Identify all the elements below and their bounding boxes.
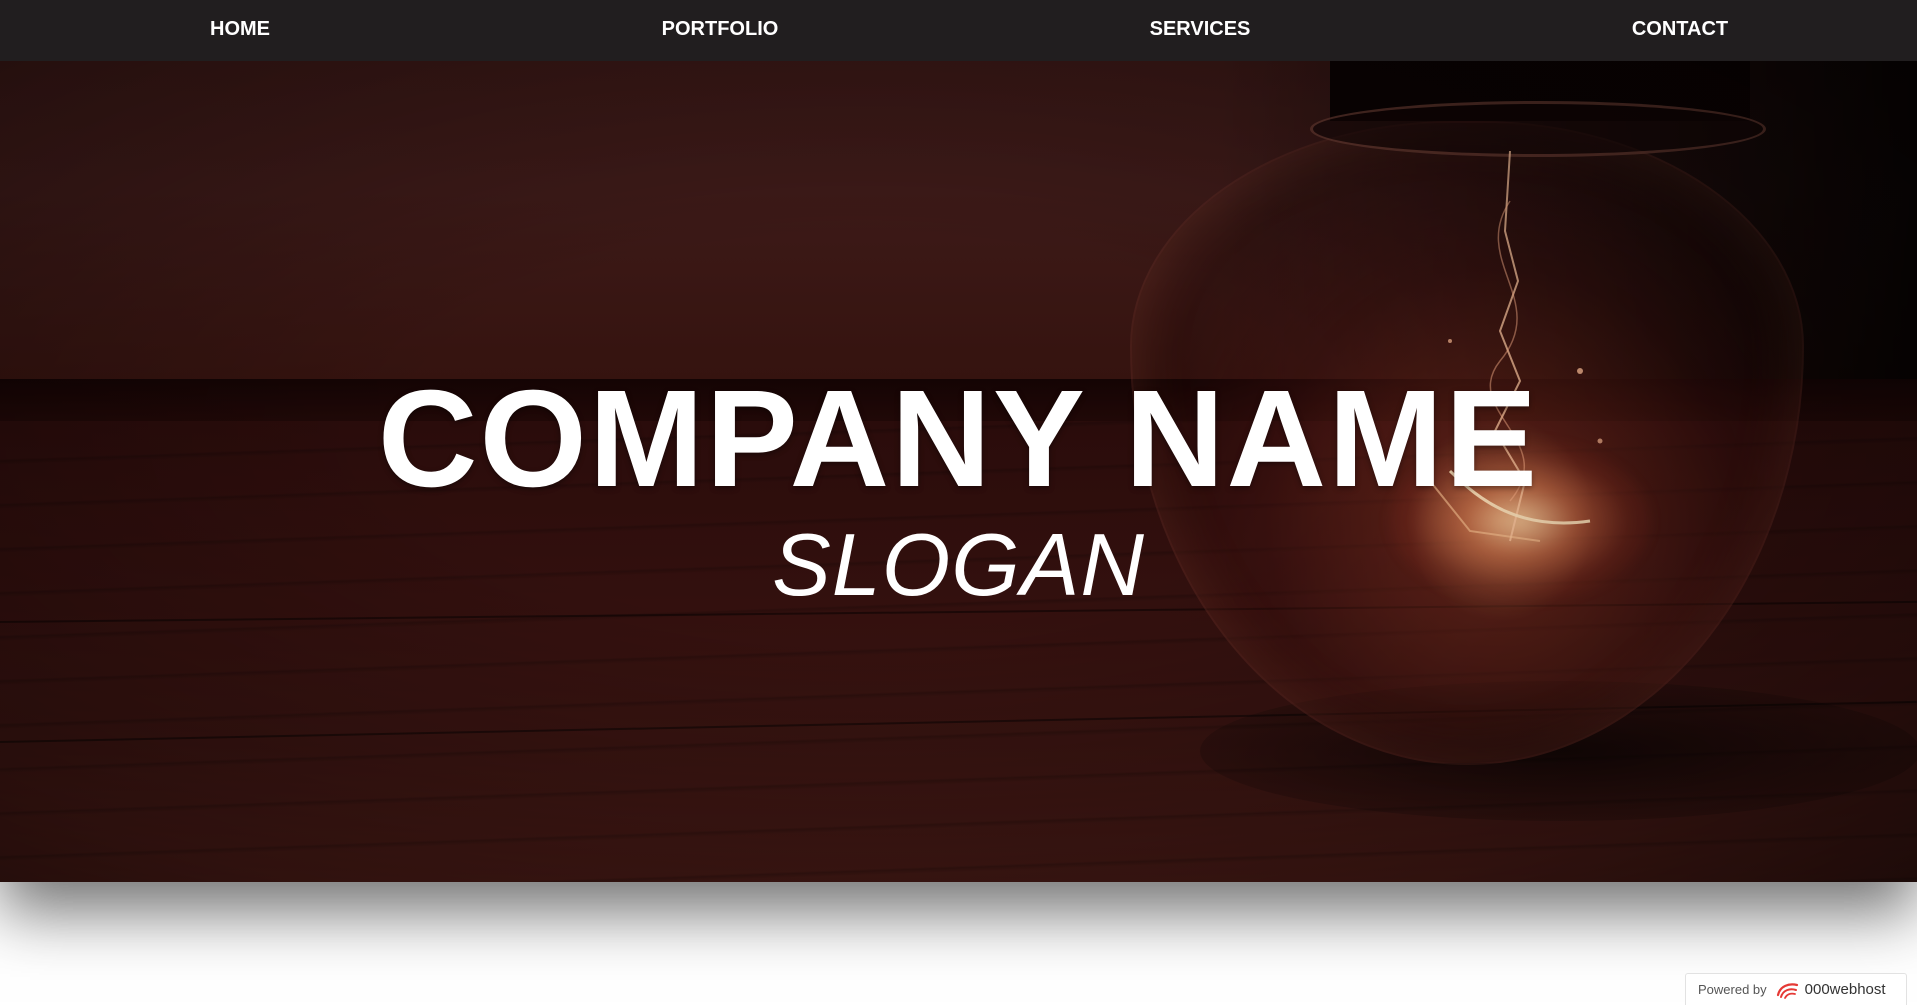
company-name-heading: COMPANY NAME <box>377 362 1540 517</box>
000webhost-logo-icon <box>1776 982 1798 999</box>
badge-powered-label: Powered by <box>1698 982 1767 997</box>
nav-link-home[interactable]: HOME <box>0 0 480 61</box>
badge-brand-name: 000webhost <box>1804 981 1886 998</box>
nav-link-services[interactable]: SERVICES <box>960 0 1440 61</box>
top-navbar: HOME PORTFOLIO SERVICES CONTACT <box>0 0 1917 61</box>
powered-by-000webhost-badge[interactable]: Powered by 000webhost <box>1685 973 1907 1005</box>
page: HOME PORTFOLIO SERVICES CONTACT COMPANY … <box>0 0 1917 1005</box>
nav-link-contact[interactable]: CONTACT <box>1440 0 1917 61</box>
nav-link-portfolio[interactable]: PORTFOLIO <box>480 0 960 61</box>
slogan-text: SLOGAN <box>772 515 1145 614</box>
hero-section: COMPANY NAME SLOGAN <box>0 61 1917 882</box>
